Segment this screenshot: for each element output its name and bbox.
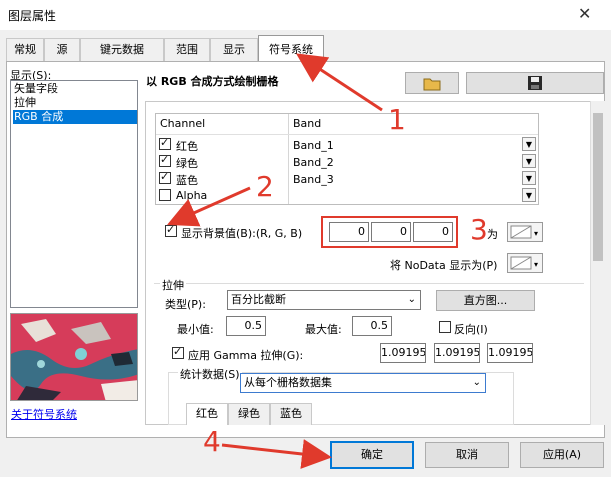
arrow-2 [167,186,251,227]
annotation-number: 4 [203,425,221,458]
arrow-1 [295,53,383,112]
arrow-4 [221,439,332,469]
annotation-number: 2 [256,170,274,203]
annotation-number: 3 [470,213,488,246]
annotation-arrows [167,53,383,469]
annotation-number: 1 [388,103,406,136]
